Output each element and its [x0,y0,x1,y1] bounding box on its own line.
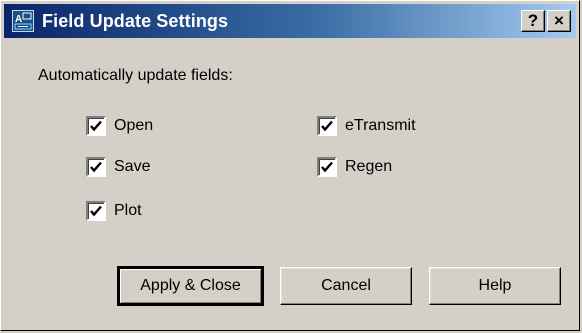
help-button[interactable]: Help [429,267,561,305]
checkbox-save[interactable]: Save [86,157,150,177]
checkbox-etransmit[interactable]: eTransmit [317,116,416,136]
checkbox-open-label: Open [114,117,154,134]
dialog-title: Field Update Settings [42,10,229,31]
check-icon [90,120,102,132]
auto-update-label: Automatically update fields: [38,67,233,84]
field-update-settings-dialog: A Field Update Settings ? × Automaticall… [0,0,580,331]
checkbox-etransmit-label: eTransmit [345,117,416,134]
checkbox-etransmit-box[interactable] [317,116,337,136]
checkbox-regen-box[interactable] [317,157,337,177]
checkbox-save-label: Save [114,158,151,175]
checkbox-save-box[interactable] [86,157,106,177]
cancel-button[interactable]: Cancel [280,267,412,305]
check-icon [321,161,333,173]
help-question-button[interactable]: ? [521,10,545,32]
check-icon [321,120,333,132]
checkbox-plot-label: Plot [114,202,142,219]
svg-text:A: A [15,14,22,25]
checkbox-open[interactable]: Open [86,116,153,136]
close-button[interactable]: × [547,10,571,32]
title-buttons: ? × [521,10,571,32]
checkbox-plot[interactable]: Plot [86,201,142,221]
apply-close-button[interactable]: Apply & Close [117,266,264,306]
field-app-icon: A [12,10,34,32]
check-icon [90,205,102,217]
checkbox-open-box[interactable] [86,116,106,136]
checkbox-plot-box[interactable] [86,201,106,221]
checkbox-regen-label: Regen [345,158,393,175]
checkbox-regen[interactable]: Regen [317,157,392,177]
check-icon [90,161,102,173]
title-bar[interactable]: A Field Update Settings ? × [4,4,576,38]
